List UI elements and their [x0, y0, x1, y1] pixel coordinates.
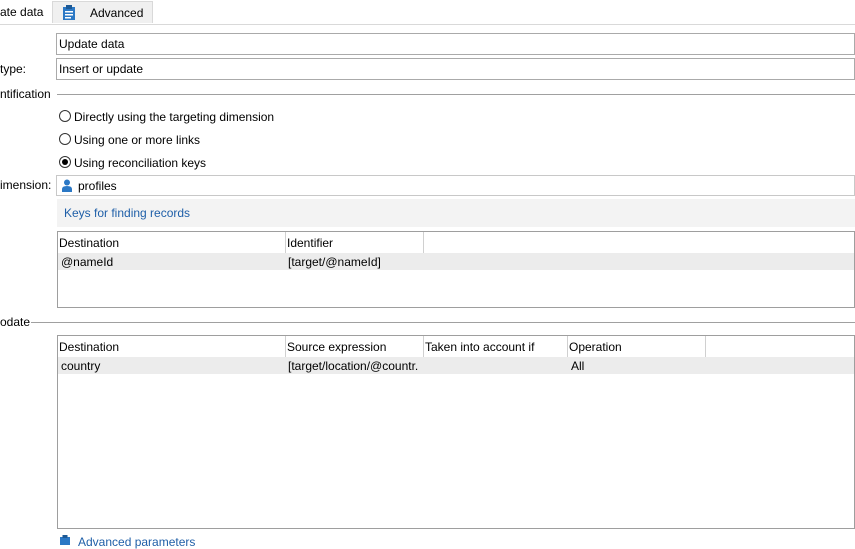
dimension-field[interactable]: profiles — [56, 175, 855, 196]
update-cell-destination: country — [61, 359, 101, 373]
dimension-label: imension: — [0, 178, 52, 192]
update-header-operation[interactable]: Operation — [569, 340, 622, 354]
tab-advanced-label: Advanced — [90, 6, 144, 20]
type-label: type: — [0, 62, 27, 76]
clipboard-icon — [60, 535, 70, 545]
update-heading: odate — [0, 315, 31, 329]
person-icon — [62, 179, 72, 192]
advanced-parameters-link[interactable]: Advanced parameters — [78, 535, 195, 549]
keys-header-identifier[interactable]: Identifier — [287, 236, 333, 250]
update-col-separator — [567, 336, 568, 357]
keys-for-finding-records-link[interactable]: Keys for finding records — [64, 206, 190, 220]
table-row[interactable] — [58, 357, 854, 374]
keys-cell-identifier: [target/@nameId] — [288, 255, 381, 269]
tab-advanced[interactable]: Advanced — [52, 1, 153, 23]
update-header-taken-into-account[interactable]: Taken into account if — [425, 340, 534, 354]
label-field-value: Update data — [59, 37, 125, 51]
type-select-value: Insert or update — [59, 62, 144, 76]
radio-links-label: Using one or more links — [74, 133, 201, 147]
type-select[interactable]: Insert or update — [56, 58, 855, 80]
keys-col-separator — [285, 232, 286, 253]
update-col-separator — [423, 336, 424, 357]
update-cell-source-expression: [target/location/@countr. — [288, 359, 419, 373]
radio-targeting-dimension-label: Directly using the targeting dimension — [74, 110, 275, 124]
radio-targeting-dimension[interactable] — [59, 110, 71, 122]
keys-col-separator — [423, 232, 424, 253]
update-col-separator — [705, 336, 706, 357]
update-cell-operation: All — [571, 359, 585, 373]
radio-reconciliation-keys[interactable] — [59, 156, 71, 168]
clipboard-icon — [63, 5, 75, 20]
table-row[interactable] — [58, 253, 854, 270]
update-divider — [31, 322, 855, 323]
dimension-value: profiles — [78, 179, 117, 193]
radio-reconciliation-keys-label: Using reconciliation keys — [74, 156, 207, 170]
identification-divider — [57, 94, 855, 95]
tab-update-data-label: ate data — [0, 5, 44, 19]
keys-cell-destination: @nameId — [61, 255, 114, 269]
keys-header-destination[interactable]: Destination — [59, 236, 119, 250]
update-header-source-expression[interactable]: Source expression — [287, 340, 386, 354]
radio-links[interactable] — [59, 133, 71, 145]
label-field[interactable]: Update data — [56, 33, 855, 55]
update-header-destination[interactable]: Destination — [59, 340, 119, 354]
identification-heading: ntification — [0, 87, 51, 101]
update-col-separator — [285, 336, 286, 357]
